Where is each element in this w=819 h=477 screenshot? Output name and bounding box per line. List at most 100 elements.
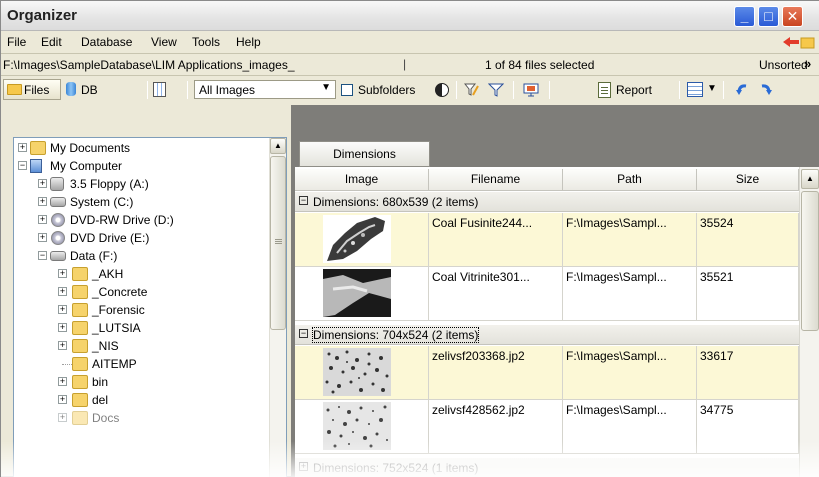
expand-icon[interactable]: + [38,233,47,242]
tree-item-forensic[interactable]: + _Forensic [16,302,266,320]
thumbnail-image [323,215,391,263]
group-label: Dimensions: 680x539 (2 items) [313,195,479,209]
subfolders-checkbox[interactable] [341,84,353,96]
menu-help[interactable]: Help [236,35,261,49]
rotate-right-icon[interactable] [758,82,774,98]
close-button[interactable]: ✕ [782,6,803,27]
scroll-thumb[interactable] [801,191,819,331]
expand-icon[interactable]: + [58,341,67,350]
expand-icon[interactable]: + [58,269,67,278]
group-row[interactable]: − Dimensions: 680x539 (2 items) [295,192,799,212]
path-cell: F:\Images\Sampl... [563,346,697,400]
tree-item-label: Docs [92,411,120,425]
expand-icon[interactable]: + [58,395,67,404]
expand-icon[interactable]: + [58,305,67,314]
title-bar[interactable]: Organizer _ □ ✕ [1,1,819,31]
tree-item-akh[interactable]: + _AKH [16,266,266,284]
tree-item-data-f[interactable]: − Data (F:) [16,248,266,266]
tree-connector [62,364,72,365]
image-filter-select[interactable]: All Images ▼ [194,80,336,99]
expand-icon[interactable]: + [38,215,47,224]
report-icon[interactable] [598,82,611,98]
table-row[interactable]: zelivsf428562.jp2 F:\Images\Sampl... 347… [295,400,799,454]
tree-item-my-computer[interactable]: − My Computer [16,158,266,176]
more-chevron-icon[interactable]: » [804,56,811,71]
view-mode-icon[interactable] [687,82,703,97]
table-row[interactable]: Coal Fusinite244... F:\Images\Sampl... 3… [295,213,799,267]
menu-bar: File Edit Database View Tools Help [1,31,819,53]
files-button[interactable]: Files [3,79,61,100]
sort-status[interactable]: Unsorted [759,58,808,72]
menu-tools[interactable]: Tools [192,35,220,49]
tree-item-lutsia[interactable]: + _LUTSIA [16,320,266,338]
group-row[interactable]: + Dimensions: 752x524 (1 items) [295,458,799,477]
db-button[interactable]: DB [65,79,107,100]
tree-item-system-c[interactable]: + System (C:) [16,194,266,212]
report-button[interactable]: Report [616,83,652,97]
toolbar-divider [147,81,148,99]
menu-view[interactable]: View [151,35,177,49]
path-cell: F:\Images\Sampl... [563,267,697,321]
group-by-dimensions-button[interactable]: Dimensions [299,141,430,167]
group-collapse-icon[interactable]: − [299,329,308,338]
tree-item-aitemp[interactable]: AITEMP [16,356,266,374]
folder-tree[interactable]: + My Documents − My Computer + 3.5 Flopp… [13,137,287,477]
scroll-up-icon[interactable]: ▲ [801,169,819,189]
filename-cell: zelivsf428562.jp2 [429,400,563,454]
expand-icon[interactable]: + [58,323,67,332]
scroll-thumb[interactable] [270,156,286,330]
tree-item-concrete[interactable]: + _Concrete [16,284,266,302]
group-row[interactable]: − Dimensions: 704x524 (2 items) [295,325,799,345]
column-header-size[interactable]: Size [697,169,799,191]
scroll-up-icon[interactable]: ▲ [270,138,286,154]
table-row[interactable]: zelivsf203368.jp2 F:\Images\Sampl... 336… [295,346,799,400]
dvd-icon [51,231,65,245]
image-filter-value: All Images [199,83,256,97]
tree-item-del[interactable]: + del [16,392,266,410]
collapse-icon[interactable]: − [18,161,27,170]
filter-icon[interactable] [487,82,505,98]
column-header-path[interactable]: Path [563,169,697,191]
view-dropdown-icon[interactable]: ▼ [707,83,717,94]
toolbar-divider [456,81,457,99]
tree-item-dvd-rw-d[interactable]: + DVD-RW Drive (D:) [16,212,266,230]
menu-file[interactable]: File [7,35,26,49]
menu-edit[interactable]: Edit [41,35,62,49]
slideshow-icon[interactable] [523,82,539,98]
expand-icon[interactable]: + [38,179,47,188]
computer-icon [30,159,42,173]
file-grid[interactable]: Image Filename Path Size − Dimensions: 6… [295,167,819,477]
db-label: DB [81,83,98,97]
panel-toggle-icon[interactable] [153,82,166,97]
expand-icon[interactable]: + [58,287,67,296]
tree-item-nis[interactable]: + _NIS [16,338,266,356]
collapse-icon[interactable]: − [38,251,47,260]
column-header-filename[interactable]: Filename [429,169,563,191]
tree-item-docs[interactable]: + Docs [16,410,266,428]
expand-icon[interactable]: + [18,143,27,152]
toolbar-divider [723,81,724,99]
folder-icon [72,267,88,281]
column-header-image[interactable]: Image [295,169,429,191]
path-bar: F:\Images\SampleDatabase\LIM Application… [1,53,819,75]
tree-item-floppy[interactable]: + 3.5 Floppy (A:) [16,176,266,194]
expand-icon[interactable]: + [58,377,67,386]
maximize-button[interactable]: □ [758,6,779,27]
grid-scrollbar[interactable]: ▲ [799,167,819,477]
tree-item-bin[interactable]: + bin [16,374,266,392]
tree-item-dvd-e[interactable]: + DVD Drive (E:) [16,230,266,248]
tree-scrollbar[interactable]: ▲ [269,138,286,477]
group-label: Dimensions: 752x524 (1 items) [313,461,479,475]
edit-filter-icon[interactable] [463,82,480,98]
menu-right-icons[interactable] [781,34,815,50]
tree-item-my-documents[interactable]: + My Documents [16,140,266,158]
minimize-button[interactable]: _ [734,6,755,27]
menu-database[interactable]: Database [81,35,132,49]
expand-icon[interactable]: + [38,197,47,206]
group-collapse-icon[interactable]: − [299,196,308,205]
table-row[interactable]: Coal Vitrinite301... F:\Images\Sampl... … [295,267,799,321]
expand-icon[interactable]: + [58,413,67,422]
contrast-icon[interactable] [435,83,449,97]
group-expand-icon[interactable]: + [299,462,308,471]
rotate-left-icon[interactable] [734,82,750,98]
